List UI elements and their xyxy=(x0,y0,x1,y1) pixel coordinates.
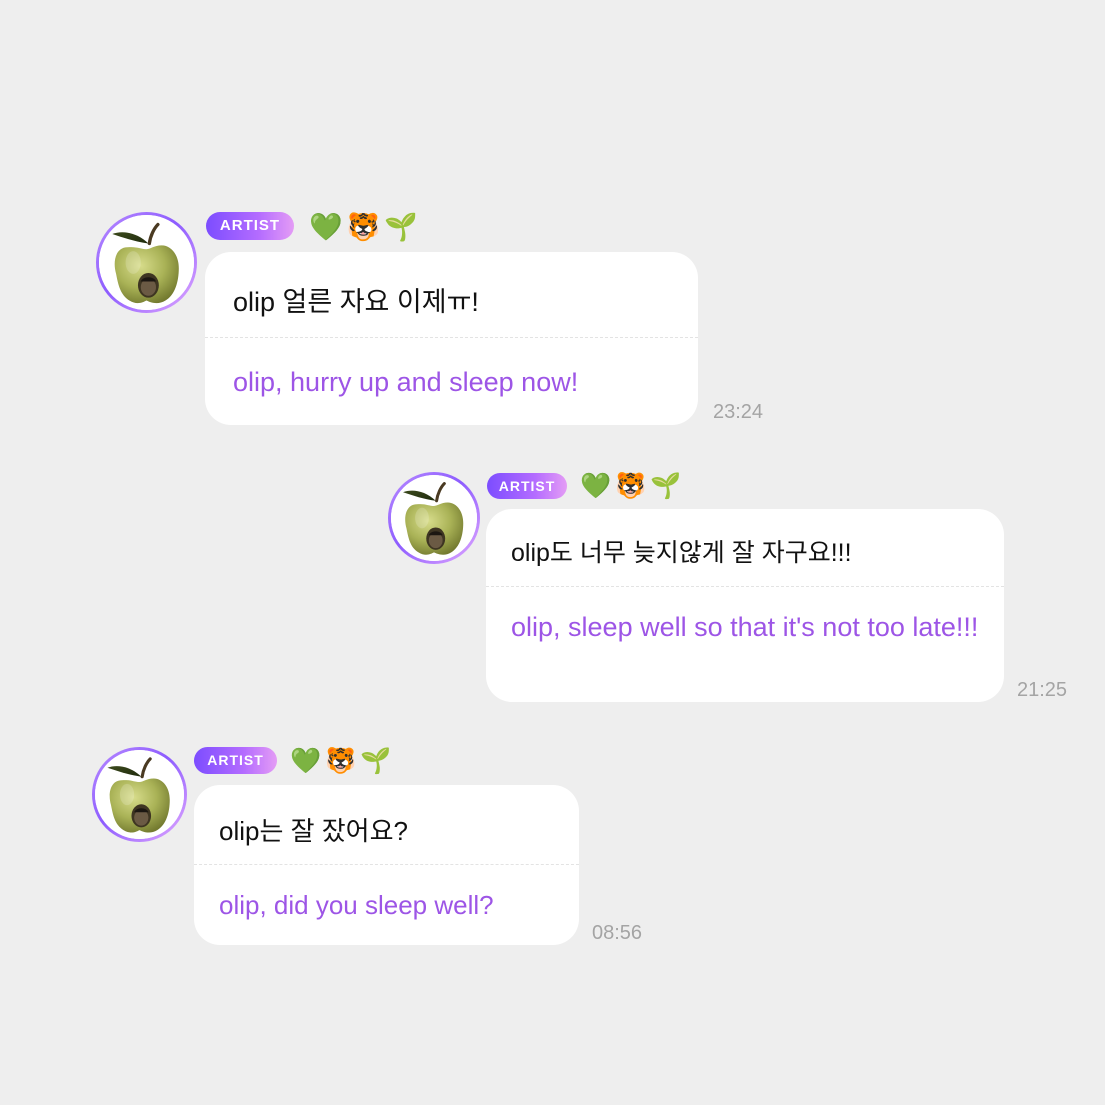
message-bubble[interactable]: olip도 너무 늦지않게 잘 자구요!!! olip, sleep well … xyxy=(486,509,1004,702)
bubble-divider xyxy=(194,864,579,865)
artist-badge: ARTIST xyxy=(206,212,294,240)
tiger-face-icon: 🐯 xyxy=(346,212,381,242)
green-heart-icon: 💚 xyxy=(309,212,343,242)
bubble-divider xyxy=(486,586,1004,587)
emoji-row: 💚 🐯 🌱 xyxy=(309,210,422,244)
message-bubble[interactable]: olip는 잘 잤어요? olip, did you sleep well? xyxy=(194,785,579,945)
seedling-icon: 🌱 xyxy=(360,746,392,775)
artist-avatar-icon[interactable] xyxy=(96,212,197,313)
artist-badge: ARTIST xyxy=(194,747,277,774)
emoji-row: 💚 🐯 🌱 xyxy=(580,469,685,503)
emoji-row: 💚 🐯 🌱 xyxy=(290,744,395,778)
translated-message-text: olip, sleep well so that it's not too la… xyxy=(511,612,979,642)
message-timestamp: 21:25 xyxy=(1017,679,1068,701)
message-timestamp: 23:24 xyxy=(713,401,764,423)
message-timestamp: 08:56 xyxy=(592,922,643,944)
seedling-icon: 🌱 xyxy=(384,212,418,242)
tiger-face-icon: 🐯 xyxy=(615,471,647,500)
green-heart-icon: 💚 xyxy=(290,746,322,775)
artist-avatar-icon[interactable] xyxy=(388,472,480,564)
bubble-divider xyxy=(205,337,698,338)
artist-avatar-icon[interactable] xyxy=(92,747,187,842)
message-bubble[interactable]: olip 얼른 자요 이제ㅠ! olip, hurry up and sleep… xyxy=(205,252,698,425)
translated-message-text: olip, did you sleep well? xyxy=(219,890,494,920)
translated-message-text: olip, hurry up and sleep now! xyxy=(233,367,579,397)
seedling-icon: 🌱 xyxy=(650,471,682,500)
original-message-text: olip 얼른 자요 이제ㅠ! xyxy=(233,287,479,317)
artist-badge: ARTIST xyxy=(487,473,567,499)
green-heart-icon: 💚 xyxy=(580,471,612,500)
original-message-text: olip도 너무 늦지않게 잘 자구요!!! xyxy=(511,539,852,567)
original-message-text: olip는 잘 잤어요? xyxy=(219,816,408,846)
tiger-face-icon: 🐯 xyxy=(325,746,357,775)
